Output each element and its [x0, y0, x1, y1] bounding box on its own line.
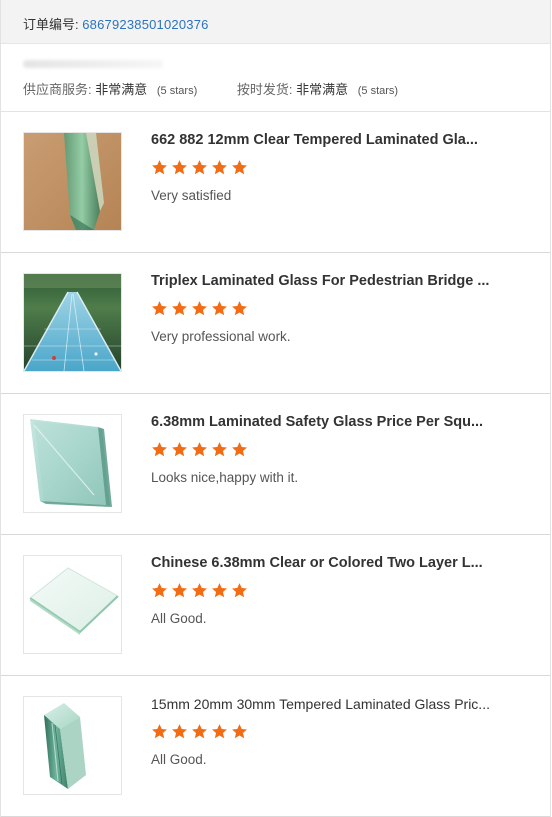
delivery-rating: 按时发货: 非常满意 (5 stars): [237, 79, 398, 98]
star-icon: [231, 441, 248, 458]
seller-ratings: 供应商服务: 非常满意 (5 stars) 按时发货: 非常满意 (5 star…: [23, 79, 398, 98]
product-title[interactable]: 6.38mm Laminated Safety Glass Price Per …: [151, 414, 491, 430]
product-title[interactable]: Triplex Laminated Glass For Pedestrian B…: [151, 273, 491, 289]
star-icon: [191, 159, 208, 176]
star-rating: [151, 582, 251, 600]
star-icon: [151, 582, 168, 599]
star-icon: [231, 582, 248, 599]
star-icon: [151, 441, 168, 458]
star-icon: [191, 441, 208, 458]
review-comment: All Good.: [151, 752, 207, 767]
star-icon: [151, 723, 168, 740]
review-comment: Looks nice,happy with it.: [151, 470, 299, 485]
product-thumbnail[interactable]: [23, 132, 122, 231]
star-icon: [211, 300, 228, 317]
order-header: 订单编号: 68679238501020376: [1, 0, 550, 44]
star-icon: [191, 300, 208, 317]
star-rating: [151, 300, 251, 318]
order-number-link[interactable]: 68679238501020376: [82, 17, 208, 32]
product-title[interactable]: Chinese 6.38mm Clear or Colored Two Laye…: [151, 555, 491, 571]
star-rating: [151, 723, 251, 741]
product-title[interactable]: 662 882 12mm Clear Tempered Laminated Gl…: [151, 132, 491, 148]
thick-glass-block-photo: [24, 697, 121, 794]
supplier-service-value: 非常满意: [95, 82, 148, 97]
star-icon: [211, 159, 228, 176]
product-thumbnail[interactable]: [23, 414, 122, 513]
clear-glass-sheet-photo: [24, 556, 121, 653]
supplier-service-rating: 供应商服务: 非常满意 (5 stars): [23, 79, 197, 98]
supplier-service-stars: (5 stars): [156, 85, 198, 97]
star-icon: [231, 300, 248, 317]
star-icon: [231, 723, 248, 740]
product-thumbnail[interactable]: [23, 555, 122, 654]
review-item: 6.38mm Laminated Safety Glass Price Per …: [1, 394, 550, 535]
product-thumbnail[interactable]: [23, 696, 122, 795]
star-rating: [151, 441, 251, 459]
delivery-value: 非常满意: [296, 82, 349, 97]
star-icon: [191, 723, 208, 740]
review-list: 662 882 12mm Clear Tempered Laminated Gl…: [1, 112, 550, 817]
star-icon: [171, 441, 188, 458]
product-title[interactable]: 15mm 20mm 30mm Tempered Laminated Glass …: [151, 696, 491, 712]
stacked-glass-panes-photo: [24, 415, 121, 512]
order-feedback-panel: 订单编号: 68679238501020376 供应商服务: 非常满意 (5 s…: [0, 0, 551, 817]
review-comment: Very satisfied: [151, 188, 232, 203]
star-icon: [171, 159, 188, 176]
delivery-stars: (5 stars): [357, 85, 399, 97]
star-icon: [211, 441, 228, 458]
glass-bridge-photo: [24, 274, 121, 371]
review-comment: All Good.: [151, 611, 207, 626]
star-icon: [211, 723, 228, 740]
star-icon: [231, 159, 248, 176]
delivery-label: 按时发货:: [236, 82, 293, 97]
review-item: Chinese 6.38mm Clear or Colored Two Laye…: [1, 535, 550, 676]
laminated-glass-edge-photo: [24, 133, 121, 230]
review-item: 15mm 20mm 30mm Tempered Laminated Glass …: [1, 676, 550, 817]
star-rating: [151, 159, 251, 177]
star-icon: [151, 159, 168, 176]
star-icon: [211, 582, 228, 599]
supplier-service-label: 供应商服务:: [23, 82, 92, 97]
redacted-buyer-name: [23, 60, 163, 68]
order-number-label: 订单编号:: [23, 17, 79, 32]
review-comment: Very professional work.: [151, 329, 291, 344]
star-icon: [151, 300, 168, 317]
review-item: Triplex Laminated Glass For Pedestrian B…: [1, 253, 550, 394]
star-icon: [171, 300, 188, 317]
review-item: 662 882 12mm Clear Tempered Laminated Gl…: [1, 112, 550, 253]
star-icon: [171, 723, 188, 740]
star-icon: [171, 582, 188, 599]
star-icon: [191, 582, 208, 599]
product-thumbnail[interactable]: [23, 273, 122, 372]
